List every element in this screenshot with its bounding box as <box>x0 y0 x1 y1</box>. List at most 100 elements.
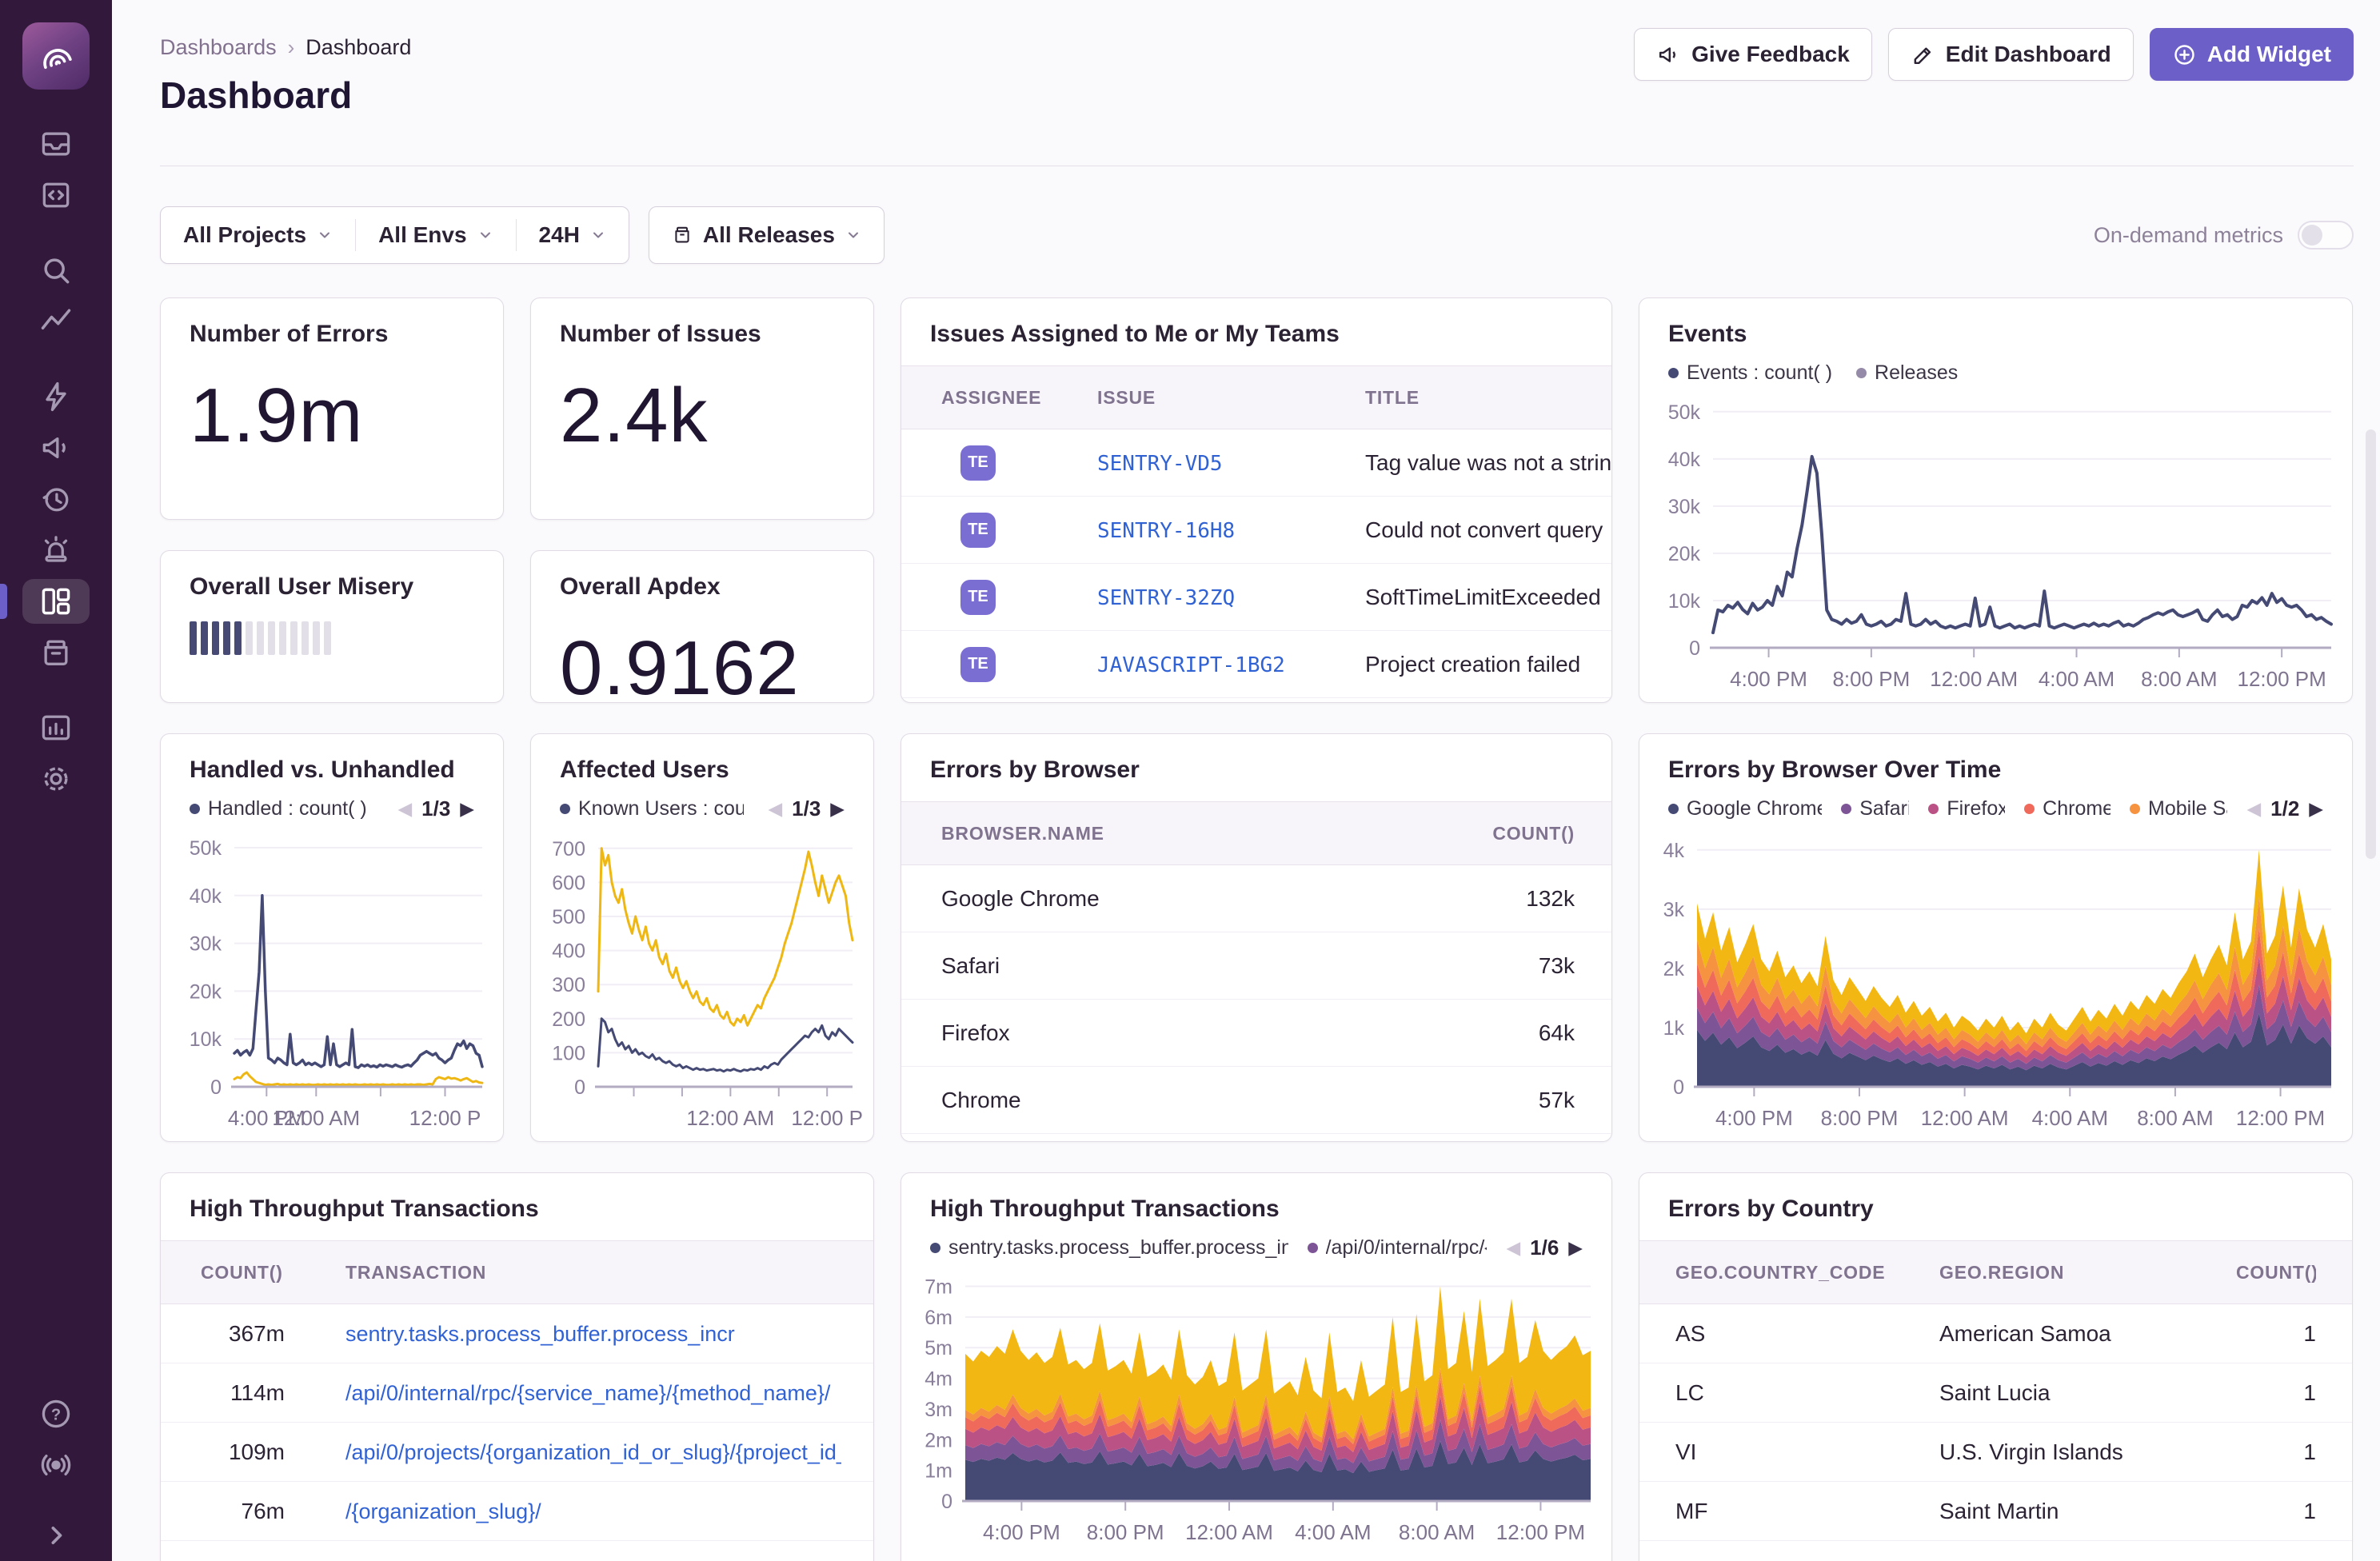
time-range-filter[interactable]: 24H <box>516 219 629 251</box>
table-row[interactable]: TE SENTRY-VD5 Tag value was not a string <box>901 429 1611 497</box>
widget-title: Number of Issues <box>531 298 873 348</box>
paginator-prev-icon[interactable]: ◀ <box>1506 1237 1520 1259</box>
widget-errors-by-country[interactable]: Errors by Country GEO.COUNTRY_CODE GEO.R… <box>1639 1172 2353 1561</box>
give-feedback-button[interactable]: Give Feedback <box>1634 28 1872 81</box>
transactions-stacked-area-chart[interactable]: 01m2m3m4m5m6m7m4:00 PM8:00 PM12:00 AM4:0… <box>901 1268 1611 1552</box>
sidebar-item-stats[interactable] <box>22 705 90 750</box>
paginator-next-icon[interactable]: ▶ <box>460 798 474 820</box>
widget-errors-by-browser-over-time[interactable]: Errors by Browser Over Time Google Chrom… <box>1639 733 2353 1142</box>
table-row[interactable]: TE JAVASCRIPT-1BG2 Project creation fail… <box>901 631 1611 698</box>
browser-stacked-area-chart[interactable]: 01k2k3k4k4:00 PM8:00 PM12:00 AM4:00 AM8:… <box>1639 828 2352 1138</box>
sidebar-item-releases[interactable] <box>22 630 90 675</box>
widget-apdex[interactable]: Overall Apdex 0.9162 <box>530 550 874 703</box>
table-row[interactable]: 109m /api/0/projects/{organization_id_or… <box>161 1423 873 1482</box>
legend-item[interactable]: Events : count( ) <box>1668 361 1832 385</box>
sidebar-item-projects[interactable] <box>22 173 90 218</box>
legend-item[interactable]: Handled : count( ) <box>190 797 367 820</box>
scrollbar-thumb[interactable] <box>2366 429 2376 859</box>
table-row[interactable]: Chrome57k <box>901 1067 1611 1134</box>
user-misery-gauge <box>161 601 503 655</box>
add-widget-button[interactable]: Add Widget <box>2150 28 2354 81</box>
toggle-knob <box>2302 225 2322 246</box>
sidebar-item-settings[interactable] <box>22 757 90 801</box>
issue-link[interactable]: JAVASCRIPT-1BG2 <box>1097 653 1285 677</box>
svg-text:8:00 PM: 8:00 PM <box>1832 667 1910 691</box>
breadcrumb-dashboards[interactable]: Dashboards <box>160 35 277 60</box>
sidebar-item-performance[interactable] <box>22 374 90 419</box>
paginator-prev-icon[interactable]: ◀ <box>768 798 782 820</box>
events-line-chart[interactable]: 010k20k30k40k50k4:00 PM8:00 PM12:00 AM4:… <box>1639 393 2352 699</box>
widget-events-chart[interactable]: Events Events : count( ) Releases 010k20… <box>1639 297 2353 703</box>
table-row[interactable]: ASAmerican Samoa1 <box>1639 1304 2352 1363</box>
table-row[interactable]: Safari73k <box>901 932 1611 1000</box>
sentry-logo[interactable] <box>22 22 90 90</box>
ondemand-metrics-toggle[interactable] <box>2298 221 2354 250</box>
table-row[interactable]: TE SENTRY-32ZQ SoftTimeLimitExceeded <box>901 564 1611 631</box>
widget-high-throughput-chart[interactable]: High Throughput Transactions sentry.task… <box>900 1172 1612 1561</box>
edit-dashboard-button[interactable]: Edit Dashboard <box>1888 28 2134 81</box>
issue-link[interactable]: SENTRY-VD5 <box>1097 452 1223 476</box>
table-row[interactable]: LCSaint Lucia1 <box>1639 1363 2352 1423</box>
transaction-link[interactable]: sentry.tasks.process_buffer.process_incr <box>345 1322 735 1346</box>
table-row[interactable]: Mobile Safari33k <box>901 1134 1611 1142</box>
paginator-next-icon[interactable]: ▶ <box>2309 798 2323 820</box>
project-filter[interactable]: All Projects <box>161 219 355 251</box>
table-row[interactable]: 76m /{organization_slug}/ <box>161 1482 873 1541</box>
handled-line-chart[interactable]: 010k20k30k40k50k4:00 PM12:00 AM12:00 P <box>161 828 503 1138</box>
table-row[interactable]: TE SENTRY-16H8 Could not convert query <box>901 497 1611 564</box>
affected-users-line-chart[interactable]: 010020030040050060070012:00 AM12:00 P <box>531 828 873 1138</box>
legend-item[interactable]: Releases <box>1856 361 1958 385</box>
environment-filter[interactable]: All Envs <box>355 219 515 251</box>
broadcast-icon <box>38 1447 74 1483</box>
legend-item[interactable]: Known Users : count_unique(user) <box>560 797 744 820</box>
sidebar-item-replays[interactable] <box>22 477 90 521</box>
widget-number-of-issues[interactable]: Number of Issues 2.4k <box>530 297 874 520</box>
sidebar-item-explore[interactable] <box>22 248 90 293</box>
legend-item[interactable]: Google Chrome <box>1668 797 1822 820</box>
paginator-prev-icon[interactable]: ◀ <box>397 798 412 820</box>
sidebar-item-issues[interactable] <box>22 122 90 166</box>
paginator-prev-icon[interactable]: ◀ <box>2246 798 2261 820</box>
widget-handled-vs-unhandled[interactable]: Handled vs. Unhandled Handled : count( )… <box>160 733 504 1142</box>
table-row[interactable]: VIU.S. Virgin Islands1 <box>1639 1423 2352 1482</box>
widget-number-of-errors[interactable]: Number of Errors 1.9m <box>160 297 504 520</box>
sidebar-item-dashboards[interactable] <box>22 579 90 624</box>
widget-errors-by-browser[interactable]: Errors by Browser BROWSER.NAME COUNT() G… <box>900 733 1612 1142</box>
sidebar-item-whats-new[interactable] <box>22 1443 90 1487</box>
legend-item[interactable]: /api/0/internal/rpc/{service_name}/{meth… <box>1308 1236 1488 1260</box>
table-row[interactable]: Firefox64k <box>901 1000 1611 1067</box>
transaction-link[interactable]: /api/0/projects/{organization_id_or_slug… <box>345 1440 841 1464</box>
issue-link[interactable]: SENTRY-16H8 <box>1097 519 1235 543</box>
issue-link[interactable]: SENTRY-32ZQ <box>1097 586 1235 610</box>
legend-item[interactable]: Safari <box>1841 797 1909 820</box>
widget-high-throughput-table[interactable]: High Throughput Transactions COUNT() TRA… <box>160 1172 874 1561</box>
table-row[interactable]: 114m /api/0/internal/rpc/{service_name}/… <box>161 1363 873 1423</box>
svg-text:?: ? <box>51 1406 61 1423</box>
legend-item[interactable]: Firefox <box>1928 797 2005 820</box>
legend-item[interactable]: sentry.tasks.process_buffer.process_incr <box>930 1236 1288 1260</box>
avatar: TE <box>960 445 996 481</box>
release-filter[interactable]: All Releases <box>649 219 884 251</box>
transaction-link[interactable]: /api/0/internal/rpc/{service_name}/{meth… <box>345 1381 830 1405</box>
sidebar-item-alerts[interactable] <box>22 528 90 573</box>
table-row <box>1639 1541 2352 1561</box>
table-row[interactable]: MFSaint Martin1 <box>1639 1482 2352 1541</box>
lightning-icon <box>38 379 74 414</box>
sidebar-item-metrics[interactable] <box>22 299 90 344</box>
table-row[interactable]: Google Chrome132k <box>901 865 1611 932</box>
widget-title: Errors by Browser <box>901 734 1611 784</box>
widget-issues-assigned[interactable]: Issues Assigned to Me or My Teams ASSIGN… <box>900 297 1612 703</box>
widget-title: Errors by Country <box>1639 1173 2352 1223</box>
legend-item[interactable]: Chrome <box>2024 797 2110 820</box>
legend-dot <box>1668 804 1679 814</box>
widget-affected-users[interactable]: Affected Users Known Users : count_uniqu… <box>530 733 874 1142</box>
legend-item[interactable]: Mobile Safari <box>2130 797 2227 820</box>
paginator-next-icon[interactable]: ▶ <box>1568 1237 1583 1259</box>
paginator-next-icon[interactable]: ▶ <box>830 798 845 820</box>
widget-user-misery[interactable]: Overall User Misery <box>160 550 504 703</box>
sidebar-item-user-feedback[interactable] <box>22 425 90 470</box>
sidebar-item-help[interactable]: ? <box>22 1391 90 1436</box>
sidebar-expand-button[interactable] <box>22 1513 90 1558</box>
table-row[interactable]: 367m sentry.tasks.process_buffer.process… <box>161 1304 873 1363</box>
transaction-link[interactable]: /{organization_slug}/ <box>345 1499 541 1523</box>
